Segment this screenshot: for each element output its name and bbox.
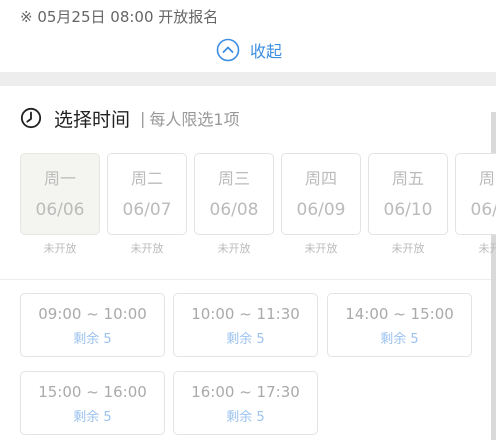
- date-card[interactable]: 周二 06/07: [107, 153, 187, 235]
- date-item: 周一 06/06 未开放: [20, 153, 100, 256]
- date-weekday: 周一: [43, 169, 76, 188]
- date-weekday: 周六: [478, 169, 496, 188]
- time-slot[interactable]: 14:00 ~ 15:00 剩余 5: [327, 293, 472, 357]
- date-item: 周四 06/09 未开放: [281, 153, 361, 256]
- collapse-label: 收起: [250, 42, 283, 61]
- date-weekday: 周二: [130, 169, 163, 188]
- registration-notice: ※ 05月25日 08:00 开放报名: [20, 8, 219, 26]
- chevron-up-circle-icon: [216, 38, 240, 62]
- slot-time: 16:00 ~ 17:30: [191, 383, 300, 401]
- date-card[interactable]: 周一 06/06: [20, 153, 100, 235]
- date-status: 未开放: [43, 242, 77, 255]
- time-section-header: 选择时间 | 每人限选1项: [20, 104, 240, 132]
- slot-remaining: 剩余 5: [226, 332, 265, 347]
- date-value: 06/10: [383, 200, 433, 220]
- date-card[interactable]: 周三 06/08: [194, 153, 274, 235]
- date-value: 06/09: [296, 200, 346, 220]
- date-selector: 周一 06/06 未开放 周二 06/07 未开放 周三 06/08 未开放 周…: [20, 153, 496, 263]
- date-item: 周六 06/11 未开放: [455, 153, 496, 256]
- section-note: 每人限选1项: [149, 110, 240, 129]
- time-slot[interactable]: 16:00 ~ 17:30 剩余 5: [173, 371, 318, 435]
- date-status: 未开放: [217, 242, 251, 255]
- date-status: 未开放: [304, 242, 338, 255]
- time-slot[interactable]: 15:00 ~ 16:00 剩余 5: [20, 371, 165, 435]
- date-item: 周三 06/08 未开放: [194, 153, 274, 256]
- date-weekday: 周五: [391, 169, 424, 188]
- date-value: 06/07: [122, 200, 172, 220]
- section-title: 选择时间: [54, 108, 131, 131]
- slot-time: 10:00 ~ 11:30: [191, 305, 300, 323]
- slot-remaining: 剩余 5: [73, 332, 112, 347]
- slot-time: 15:00 ~ 16:00: [38, 383, 147, 401]
- slot-remaining: 剩余 5: [73, 410, 112, 425]
- date-weekday: 周三: [217, 169, 250, 188]
- date-item: 周五 06/10 未开放: [368, 153, 448, 256]
- time-slot[interactable]: 10:00 ~ 11:30 剩余 5: [173, 293, 318, 357]
- clock-icon: [20, 107, 42, 129]
- divider: [0, 279, 491, 280]
- time-slot[interactable]: 09:00 ~ 10:00 剩余 5: [20, 293, 165, 357]
- date-status: 未开放: [478, 242, 496, 255]
- date-status: 未开放: [130, 242, 164, 255]
- date-value: 06/11: [470, 200, 496, 220]
- slot-remaining: 剩余 5: [226, 410, 265, 425]
- date-value: 06/08: [209, 200, 259, 220]
- section-gap: [0, 72, 496, 86]
- date-card[interactable]: 周六 06/11: [455, 153, 496, 235]
- collapse-button[interactable]: 收起: [216, 38, 282, 62]
- section-separator: |: [140, 108, 146, 128]
- slot-remaining: 剩余 5: [380, 332, 419, 347]
- slot-time: 09:00 ~ 10:00: [38, 305, 147, 323]
- date-item: 周二 06/07 未开放: [107, 153, 187, 256]
- date-card[interactable]: 周五 06/10: [368, 153, 448, 235]
- date-card[interactable]: 周四 06/09: [281, 153, 361, 235]
- date-value: 06/06: [35, 200, 85, 220]
- date-weekday: 周四: [304, 169, 337, 188]
- slot-time: 14:00 ~ 15:00: [345, 305, 454, 323]
- date-status: 未开放: [391, 242, 425, 255]
